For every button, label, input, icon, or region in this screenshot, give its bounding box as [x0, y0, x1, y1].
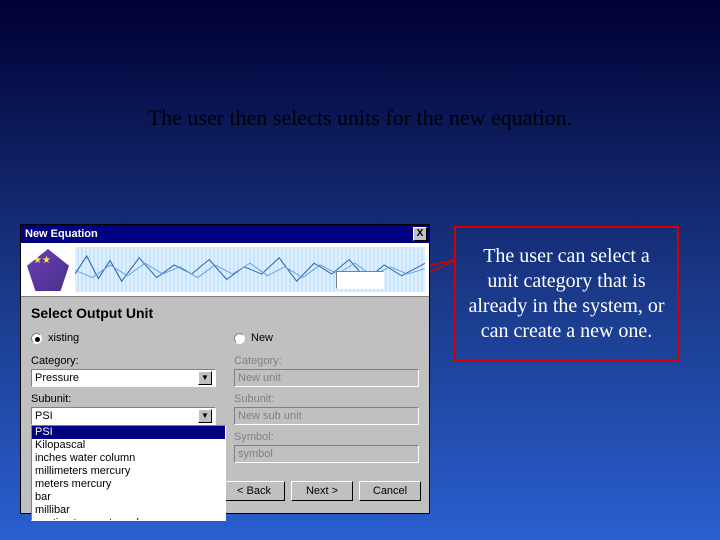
- list-item[interactable]: centimeters water column: [32, 517, 225, 521]
- list-item[interactable]: inches water column: [32, 452, 225, 465]
- annotation-callout-box: The user can select a unit category that…: [454, 226, 679, 361]
- category-value-right: New unit: [238, 372, 281, 384]
- category-value-left: Pressure: [35, 372, 79, 384]
- back-button[interactable]: < Back: [223, 481, 285, 501]
- wizard-button-row: < Back Next > Cancel: [223, 481, 421, 501]
- annotation-text: The user can select a unit category that…: [466, 244, 667, 344]
- new-column: New Category: New unit Subunit: New sub …: [234, 331, 419, 469]
- radio-dot-icon: [234, 333, 245, 344]
- chevron-down-icon: ▼: [198, 371, 212, 385]
- radio-existing-label: xisting: [48, 332, 79, 344]
- step-indicator-box: [336, 271, 384, 289]
- cancel-button[interactable]: Cancel: [359, 481, 421, 501]
- list-item[interactable]: millimeters mercury: [32, 465, 225, 478]
- radio-existing[interactable]: xisting: [31, 331, 216, 345]
- slide-title: The user then selects units for the new …: [0, 105, 720, 131]
- wizard-step-title: Select Output Unit: [31, 305, 419, 321]
- radio-dot-icon: [31, 333, 42, 344]
- list-item[interactable]: PSI: [32, 426, 225, 439]
- list-item[interactable]: Kilopascal: [32, 439, 225, 452]
- wizard-header: [21, 243, 429, 297]
- subunit-select-left[interactable]: PSI ▼: [31, 407, 216, 425]
- symbol-label-right: Symbol:: [234, 431, 419, 443]
- list-item[interactable]: millibar: [32, 504, 225, 517]
- subunit-label-right: Subunit:: [234, 393, 419, 405]
- subunit-label-left: Subunit:: [31, 393, 216, 405]
- subunit-value-right: New sub unit: [238, 410, 302, 422]
- chevron-down-icon: ▼: [198, 409, 212, 423]
- next-button[interactable]: Next >: [291, 481, 353, 501]
- dialog-title: New Equation: [23, 228, 413, 240]
- category-input-right: New unit: [234, 369, 419, 387]
- symbol-input-right: symbol: [234, 445, 419, 463]
- category-label-right: Category:: [234, 355, 419, 367]
- list-item[interactable]: bar: [32, 491, 225, 504]
- subunit-dropdown-list[interactable]: PSIKilopascalinches water columnmillimet…: [31, 425, 226, 521]
- wizard-icon: [27, 249, 69, 291]
- new-equation-dialog: New Equation X Select Output Unit xistin…: [20, 224, 430, 514]
- subunit-value-left: PSI: [35, 410, 53, 422]
- category-label-left: Category:: [31, 355, 216, 367]
- category-select-left[interactable]: Pressure ▼: [31, 369, 216, 387]
- close-button[interactable]: X: [413, 227, 427, 241]
- radio-new[interactable]: New: [234, 331, 419, 345]
- symbol-value-right: symbol: [238, 448, 273, 460]
- wizard-body: Select Output Unit xisting Category: Pre…: [21, 297, 429, 507]
- list-item[interactable]: meters mercury: [32, 478, 225, 491]
- subunit-input-right: New sub unit: [234, 407, 419, 425]
- titlebar: New Equation X: [21, 225, 429, 243]
- radio-new-label: New: [251, 332, 273, 344]
